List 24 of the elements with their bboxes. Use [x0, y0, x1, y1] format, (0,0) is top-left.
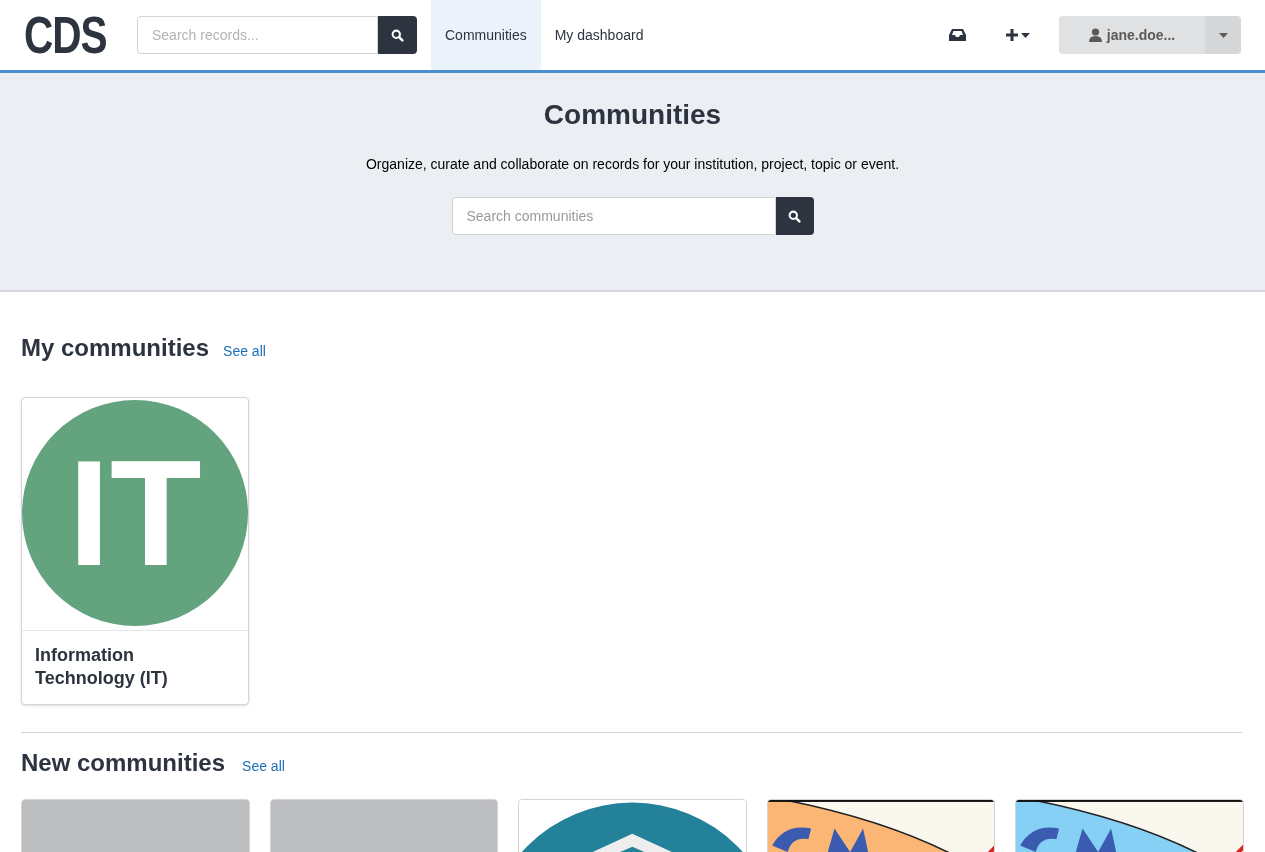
community-card[interactable]: IT Information Technology (IT)	[21, 397, 249, 705]
inbox-icon	[948, 29, 966, 41]
plus-icon	[1006, 29, 1018, 41]
caret-icon	[1218, 32, 1228, 38]
community-search-field[interactable]: Search communities	[451, 197, 776, 235]
page-title: Communities	[543, 99, 722, 131]
user-menu-button[interactable]: jane.doe...	[1059, 16, 1205, 54]
search-button[interactable]	[378, 16, 417, 54]
section-title: My communities	[21, 333, 210, 363]
logo[interactable]: CDS	[24, 9, 113, 61]
nav-tab[interactable]: Communities	[431, 0, 541, 70]
search-icon	[788, 209, 801, 223]
nav-tab[interactable]: My dashboard	[540, 0, 658, 70]
see-all-link[interactable]: See all	[242, 756, 285, 777]
search-field[interactable]: Search records...	[137, 16, 378, 54]
search-icon	[391, 28, 404, 42]
search-button[interactable]	[775, 197, 814, 235]
page-subtitle: Organize, curate and collaborate on records for your institution, project, topic or event.	[365, 155, 900, 174]
community-name[interactable]: Information Technology (IT)	[35, 644, 235, 690]
section-title: New communities	[21, 748, 226, 778]
caret-icon	[1021, 32, 1030, 38]
community-avatar: IT	[22, 400, 248, 626]
see-all-link[interactable]: See all	[223, 341, 266, 362]
user-icon	[1088, 28, 1102, 42]
